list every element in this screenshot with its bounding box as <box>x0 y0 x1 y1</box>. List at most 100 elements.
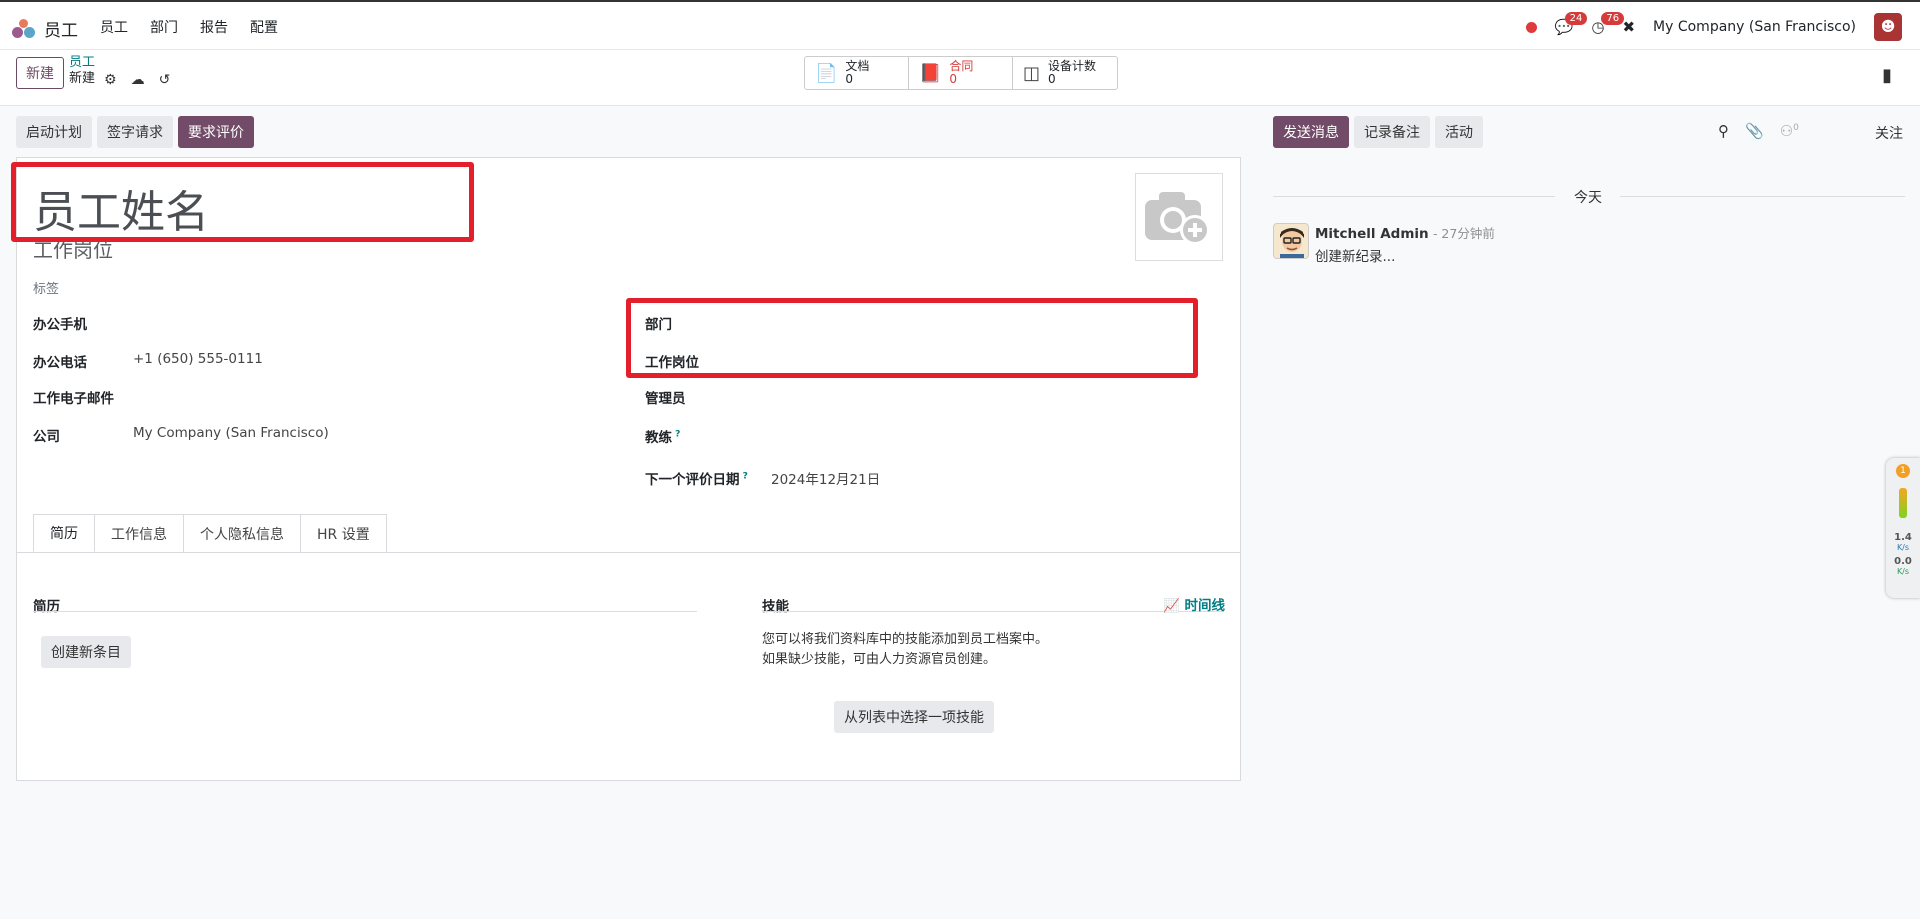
tab-resume[interactable]: 简历 <box>33 514 95 552</box>
followers-button[interactable]: ⚇0 <box>1780 122 1799 140</box>
equipment-button[interactable]: ◫ 设备计数 0 <box>1013 57 1117 89</box>
breadcrumb-current: 新建 <box>69 71 96 86</box>
menu-employees[interactable]: 员工 <box>100 17 128 37</box>
messages-button[interactable]: 💬 24 <box>1555 12 1588 36</box>
main-menu: 员工 部门 报告 配置 <box>100 17 278 37</box>
date-divider <box>1620 196 1905 197</box>
documents-count: 0 <box>845 72 854 86</box>
field-label: 办公手机 <box>33 317 87 333</box>
upload-unit: K/s <box>1896 543 1910 552</box>
activities-button[interactable]: ◷ 76 <box>1591 12 1625 36</box>
network-speed-widget[interactable]: 1 1.4 K/s 0.0 K/s <box>1886 458 1920 598</box>
field-label: 教练 ? <box>645 426 745 447</box>
coach-field[interactable]: 教练 ? <box>645 426 745 447</box>
discard-icon[interactable]: ↺ <box>159 72 171 88</box>
document-icon: 📄 <box>815 62 838 84</box>
timeline-button[interactable]: 📈 时间线 <box>1163 594 1225 614</box>
message-author[interactable]: Mitchell Admin <box>1315 226 1429 242</box>
work-phone-field: 办公电话 +1 (650) 555-0111 <box>33 351 263 371</box>
tags-input[interactable]: 标签 <box>33 278 59 297</box>
coach-label: 教练 <box>645 430 672 446</box>
launch-plan-button[interactable]: 启动计划 <box>16 116 92 148</box>
contracts-count: 0 <box>949 72 958 86</box>
notebook-tabs: 简历 工作信息 个人隐私信息 HR 设置 <box>33 514 387 552</box>
equipment-count: 0 <box>1048 72 1056 86</box>
send-message-button[interactable]: 发送消息 <box>1273 116 1349 148</box>
tools-icon[interactable]: ✖ <box>1622 18 1635 36</box>
record-icon[interactable] <box>1525 21 1537 33</box>
book-icon: 📕 <box>919 62 942 84</box>
field-label: 公司 <box>33 429 60 445</box>
form-actions: 启动计划 签字请求 要求评价 <box>16 116 254 148</box>
app-name: 员工 <box>44 21 78 41</box>
resume-divider <box>33 611 697 612</box>
user-avatar[interactable]: ☻ <box>1874 13 1902 41</box>
tab-hr-settings[interactable]: HR 设置 <box>300 514 387 552</box>
log-note-button[interactable]: 记录备注 <box>1354 116 1430 148</box>
search-icon[interactable]: ⚲ <box>1718 122 1729 140</box>
apps-icon <box>12 18 38 39</box>
menu-departments[interactable]: 部门 <box>150 17 178 37</box>
gear-icon[interactable]: ⚙ <box>104 72 117 88</box>
smart-buttons: 📄 文档 0 📕 合同 0 ◫ 设备计数 0 <box>804 56 1118 90</box>
skills-section-title: 技能 <box>762 599 789 615</box>
add-photo-icon <box>1145 192 1210 245</box>
top-navbar: 员工 员工 部门 报告 配置 💬 24 ◷ 76 ✖ My Company (S… <box>0 0 1920 50</box>
field-label: 下一个评价日期 ? <box>645 468 771 489</box>
speed-gauge <box>1899 488 1907 518</box>
person-avatar-icon <box>1274 224 1308 258</box>
company-switcher[interactable]: My Company (San Francisco) <box>1653 19 1856 35</box>
upload-speed: 1.4 <box>1894 532 1912 543</box>
next-appraisal-date[interactable]: 2024年12月21日 <box>771 468 880 488</box>
breadcrumb-parent[interactable]: 员工 <box>69 55 95 71</box>
new-button[interactable]: 新建 <box>16 57 64 89</box>
help-icon[interactable]: ? <box>672 430 680 440</box>
help-icon[interactable]: ? <box>740 472 748 482</box>
paperclip-icon[interactable]: 📎 <box>1745 122 1764 140</box>
cubes-icon: ◫ <box>1023 62 1041 84</box>
tab-private-info[interactable]: 个人隐私信息 <box>183 514 301 552</box>
next-appraisal-field: 下一个评价日期 ? 2024年12月21日 <box>645 468 880 489</box>
download-unit: K/s <box>1896 567 1910 576</box>
activity-button[interactable]: 活动 <box>1435 116 1483 148</box>
date-separator: 今天 <box>1574 190 1602 206</box>
skills-hint-line: 您可以将我们资料库中的技能添加到员工档案中。 <box>762 632 1049 647</box>
date-divider <box>1273 196 1555 197</box>
save-cloud-icon[interactable]: ☁ <box>131 72 145 88</box>
company-field: 公司 My Company (San Francisco) <box>33 425 329 445</box>
pick-skill-button[interactable]: 从列表中选择一项技能 <box>834 701 994 733</box>
app-logo[interactable]: 员工 <box>12 16 78 41</box>
systray: 💬 24 ◷ 76 ✖ My Company (San Francisco) ☻ <box>1525 12 1902 41</box>
documents-button[interactable]: 📄 文档 0 <box>805 57 909 89</box>
next-appraisal-label: 下一个评价日期 <box>645 472 740 488</box>
request-appraisal-button[interactable]: 要求评价 <box>178 116 254 148</box>
field-value[interactable]: My Company (San Francisco) <box>133 425 329 445</box>
record-actions: ⚙ ☁ ↺ <box>104 72 171 88</box>
skills-divider <box>762 611 1224 612</box>
bookmark-icon[interactable]: ▮ <box>1882 65 1892 86</box>
follow-button[interactable]: 关注 <box>1875 123 1903 143</box>
field-label: 工作电子邮件 <box>33 391 114 407</box>
chatter-tools: ⚲ 📎 ⚇0 <box>1718 122 1799 140</box>
signature-request-button[interactable]: 签字请求 <box>97 116 173 148</box>
menu-reports[interactable]: 报告 <box>200 17 228 37</box>
messages-badge: 24 <box>1564 12 1588 25</box>
tab-work-info[interactable]: 工作信息 <box>94 514 184 552</box>
mobile-phone-field: 办公手机 <box>33 313 133 333</box>
annotation-box-department <box>626 298 1198 378</box>
contracts-button[interactable]: 📕 合同 0 <box>909 57 1013 89</box>
annotation-box-name <box>11 162 474 242</box>
user-icon: ⚇ <box>1779 122 1794 140</box>
breadcrumb: 员工 新建 <box>69 55 95 87</box>
field-value[interactable]: +1 (650) 555-0111 <box>133 351 263 371</box>
download-speed: 0.0 <box>1894 556 1912 567</box>
resume-section-title: 简历 <box>33 599 60 615</box>
create-resume-entry-button[interactable]: 创建新条目 <box>41 636 131 668</box>
menu-configuration[interactable]: 配置 <box>250 17 278 37</box>
author-avatar[interactable] <box>1273 223 1309 259</box>
employee-photo[interactable] <box>1135 173 1223 261</box>
manager-field[interactable]: 管理员 <box>645 387 745 407</box>
message-body: 创建新纪录... <box>1315 249 1396 265</box>
control-panel: 新建 员工 新建 ⚙ ☁ ↺ 📄 文档 0 📕 合同 0 ◫ 设备计数 0 ▮ <box>0 50 1920 106</box>
notification-badge: 1 <box>1896 464 1910 478</box>
